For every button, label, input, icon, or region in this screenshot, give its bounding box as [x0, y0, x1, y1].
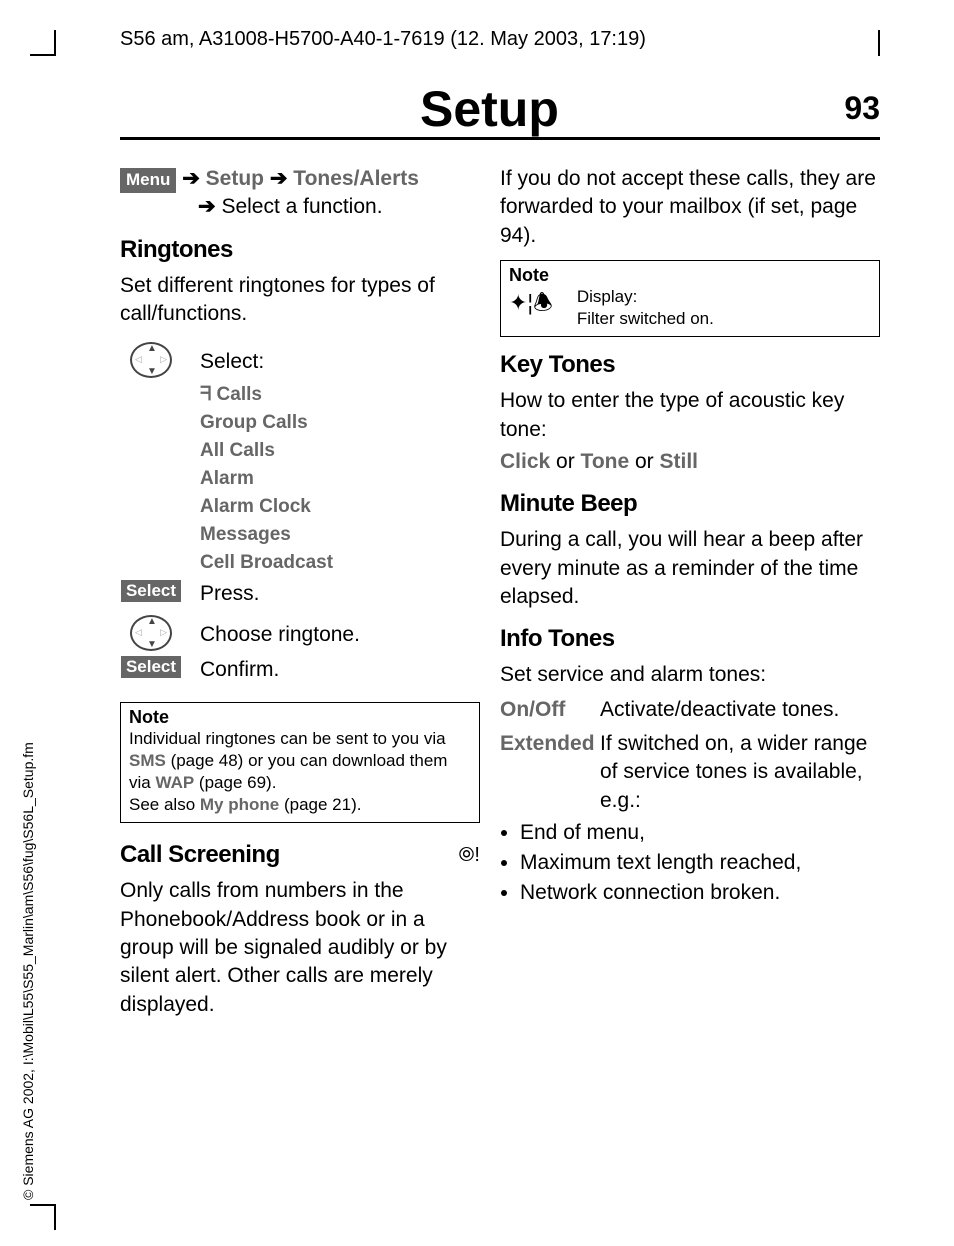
note-box: Note ✦¦🕭 Display: Filter switched on.	[500, 260, 880, 337]
crop-mark	[30, 1204, 56, 1206]
crop-mark	[54, 1204, 56, 1230]
display-label: Display:	[577, 287, 637, 306]
left-column: Menu ➔ Setup ➔ Tones/Alerts ➔ Select a f…	[120, 165, 480, 1019]
ringtones-desc: Set different ringtones for types of cal…	[120, 272, 480, 329]
arrow-icon: ➔	[198, 195, 221, 218]
note-title: Note	[509, 265, 871, 286]
note-body: Individual ringtones can be sent to you …	[129, 728, 471, 816]
ringtones-heading: Ringtones	[120, 236, 480, 264]
note-title: Note	[129, 707, 471, 728]
list-item: Maximum text length reached,	[520, 851, 880, 875]
copyright-text: © Siemens AG 2002, I:\Mobil\L55\S55_Marl…	[20, 500, 36, 1200]
extended-label: Extended	[500, 730, 586, 815]
extended-text: If switched on, a wider range of service…	[600, 730, 880, 815]
minute-beep-desc: During a call, you will hear a beep afte…	[500, 526, 880, 611]
ringtone-item: Alarm Clock	[200, 496, 480, 518]
ringtone-item: Group Calls	[200, 412, 480, 434]
select-label: Select:	[200, 342, 480, 378]
forward-text: If you do not accept these calls, they a…	[500, 165, 880, 250]
breadcrumb-tones: Tones/Alerts	[293, 167, 419, 190]
key-tones-heading: Key Tones	[500, 351, 880, 379]
note-box: Note Individual ringtones can be sent to…	[120, 702, 480, 823]
breadcrumb-line: Menu ➔ Setup ➔ Tones/Alerts ➔ Select a f…	[120, 165, 480, 222]
sms-link: SMS	[129, 751, 166, 770]
confirm-label: Confirm.	[200, 656, 480, 684]
arrow-icon: ➔	[182, 167, 205, 190]
note-text: Individual ringtones can be sent to you …	[129, 729, 446, 748]
display-text: Filter switched on.	[577, 309, 714, 328]
myphone-link: My phone	[200, 795, 279, 814]
info-tones-heading: Info Tones	[500, 625, 880, 653]
page-title: Setup	[420, 80, 559, 138]
choose-ringtone-label: Choose ringtone.	[200, 615, 480, 651]
page-number: 93	[844, 90, 880, 127]
call-screening-heading: Call Screening	[120, 841, 280, 869]
antenna-icon: ᖷ	[200, 384, 211, 405]
key-tones-desc: How to enter the type of acoustic key to…	[500, 387, 880, 444]
ringtone-item: Messages	[200, 524, 480, 546]
or-text: or	[629, 450, 659, 473]
breadcrumb-select-function: Select a function.	[221, 195, 382, 218]
ringtone-item: Calls	[217, 384, 262, 405]
document-header: S56 am, A31008-H5700-A40-1-7619 (12. May…	[120, 28, 646, 51]
info-tones-bullets: End of menu, Maximum text length reached…	[500, 821, 880, 905]
list-item: End of menu,	[520, 821, 880, 845]
onoff-label: On/Off	[500, 696, 586, 724]
wap-link: WAP	[155, 773, 194, 792]
title-bar: Setup 93	[120, 80, 880, 140]
ringtone-item: All Calls	[200, 440, 480, 462]
or-text: or	[550, 450, 580, 473]
select-button[interactable]: Select	[121, 580, 181, 602]
key-tone-option: Tone	[581, 450, 630, 473]
list-item: Network connection broken.	[520, 881, 880, 905]
info-tones-desc: Set service and alarm tones:	[500, 661, 880, 689]
ringtone-item: Cell Broadcast	[200, 552, 480, 574]
note-text: (page 21).	[279, 795, 361, 814]
crop-mark	[878, 30, 880, 56]
right-column: If you do not accept these calls, they a…	[500, 165, 880, 911]
call-screening-desc: Only calls from numbers in the Phonebook…	[120, 877, 480, 1019]
nav-pad-icon: ◁▷	[130, 615, 172, 651]
minute-beep-heading: Minute Beep	[500, 490, 880, 518]
network-service-icon: ⦾!	[458, 844, 480, 867]
press-label: Press.	[200, 580, 480, 608]
ringtone-item: Alarm	[200, 468, 480, 490]
nav-pad-icon: ◁▷	[130, 342, 172, 378]
filter-icon: ✦¦🕭	[509, 286, 553, 324]
menu-button[interactable]: Menu	[120, 168, 176, 193]
select-button[interactable]: Select	[121, 656, 181, 678]
crop-mark	[54, 30, 56, 56]
crop-mark	[30, 54, 56, 56]
breadcrumb-setup: Setup	[206, 167, 264, 190]
onoff-text: Activate/deactivate tones.	[600, 696, 839, 724]
key-tone-option: Still	[660, 450, 699, 473]
arrow-icon: ➔	[270, 167, 293, 190]
note-text: See also	[129, 795, 200, 814]
key-tone-option: Click	[500, 450, 550, 473]
note-text: (page 69).	[194, 773, 276, 792]
